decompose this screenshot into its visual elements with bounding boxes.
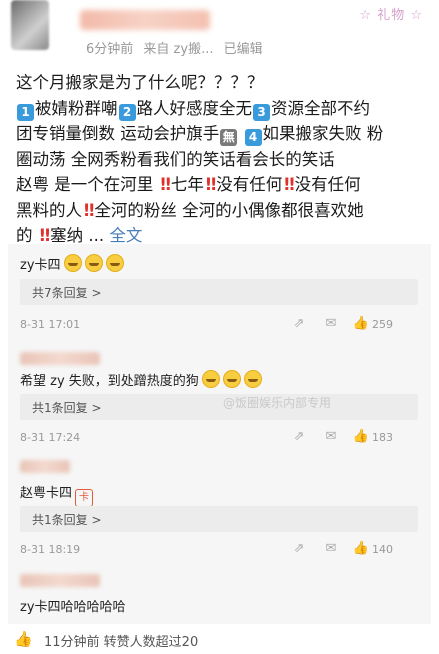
post-edited: 已编辑 [223, 42, 263, 57]
comment-section: zy卡四 共7条回复 > 8-31 17:01 ⇗ ✉ 👍 259 希望 zy … [8, 244, 431, 624]
like-count: 140 [372, 543, 393, 556]
double-exclamation-icon: ‼ [160, 175, 171, 194]
comment-icon[interactable]: ✉ [322, 429, 340, 445]
laughing-face-icon [63, 254, 82, 272]
grinning-face-icon [222, 370, 241, 388]
comment-text: zy卡四哈哈哈哈哈 [20, 600, 126, 615]
laughing-face-icon [84, 254, 103, 272]
post-line-3: 团专销量倒数 运动会护旗手無 4 如果搬家失败 粉 [16, 124, 384, 146]
post-body: 这个月搬家是为了什么呢？？？？ 1 被婧粉群嘲 2 路人好感度全无 3 资源全部不约 团专… [16, 70, 426, 249]
comment-date: 8-31 17:24 [20, 431, 81, 444]
keycap-4-icon: 4 [244, 129, 262, 146]
comment-text: 希望 zy 失败，到处蹭热度的狗 [20, 370, 262, 389]
avatar[interactable] [11, 0, 49, 50]
post-meta: 6分钟前 来自 zy搬... 已编辑 [86, 38, 269, 57]
username-blurred[interactable] [80, 10, 210, 30]
view-replies-button[interactable]: 共1条回复 > [20, 506, 418, 532]
comment-footer: 8-31 17:01 ⇗ ✉ 👍 259 [20, 316, 418, 334]
share-icon[interactable]: ⇗ [290, 429, 308, 445]
keycap-1-icon: 1 [17, 103, 34, 121]
grinning-face-icon [201, 370, 220, 388]
post-header: 6分钟前 来自 zy搬... 已编辑 ☆ 礼物 ☆ [0, 0, 439, 70]
commenter-name-blurred[interactable] [20, 574, 100, 587]
post-line-5: 赵粤 是一个在河里 ‼ 七年 ‼ 没有任何 ‼ 没有任何 [16, 175, 361, 194]
comment-footer: 8-31 18:19 ⇗ ✉ 👍 140 [20, 541, 418, 559]
post-source[interactable]: 来自 zy搬... [143, 42, 213, 57]
comment-date: 8-31 17:01 [20, 318, 81, 331]
comment-date: 8-31 18:19 [20, 543, 81, 556]
view-replies-button[interactable]: 共7条回复 > [20, 279, 418, 305]
comment-footer: 8-31 17:24 ⇗ ✉ 👍 183 [20, 429, 418, 447]
thumbs-up-icon[interactable]: 👍 [14, 630, 33, 648]
thumbs-up-icon[interactable]: 👍 [352, 541, 370, 557]
post-time: 6分钟前 [86, 42, 134, 57]
laughing-face-icon [105, 254, 124, 272]
double-exclamation-icon: ‼ [205, 175, 216, 194]
repost-stats: 11分钟前 转赞人数超过20 [44, 635, 199, 650]
grinning-face-icon [243, 370, 262, 388]
thumbs-up-icon[interactable]: 👍 [352, 316, 370, 332]
keycap-3-icon: 3 [253, 103, 270, 121]
post-line-2: 1 被婧粉群嘲 2 路人好感度全无 3 资源全部不约 [16, 96, 426, 122]
comment-text: 赵粤卡四卡 [20, 482, 94, 507]
comment-item: 赵粤卡四卡 共1条回复 > 8-31 18:19 ⇗ ✉ 👍 140 [8, 454, 431, 562]
share-icon[interactable]: ⇗ [290, 316, 308, 332]
post-line-1: 这个月搬家是为了什么呢？？？？ [16, 73, 264, 92]
post-line-6: 黑料的人 ‼ 全河的粉丝 全河的小偶像都很喜欢她 [16, 200, 364, 220]
comment-icon[interactable]: ✉ [322, 316, 340, 332]
like-count: 183 [372, 431, 393, 444]
comment-icon[interactable]: ✉ [322, 541, 340, 557]
post-line-4: 圈动荡 全网秀粉看我们的笑话看会长的笑话 [16, 149, 335, 169]
commenter-name-blurred[interactable] [20, 352, 100, 365]
commenter-name-blurred[interactable] [20, 460, 70, 473]
read-more-link[interactable]: 全文 [109, 226, 142, 245]
thumbs-up-icon[interactable]: 👍 [352, 429, 370, 445]
share-icon[interactable]: ⇗ [290, 541, 308, 557]
stamp-icon: 卡 [75, 489, 94, 507]
double-exclamation-icon: ‼ [39, 226, 50, 245]
comment-text: zy卡四 [20, 254, 124, 273]
view-replies-button[interactable]: 共1条回复 > [20, 394, 418, 420]
double-exclamation-icon: ‼ [284, 175, 294, 194]
bottom-bar: 👍 11分钟前 转赞人数超过20 [0, 624, 439, 654]
decoration-badge: ☆ 礼物 ☆ [359, 8, 423, 23]
watermark: @饭圈娱乐内部专用 [223, 396, 332, 410]
comment-item: 希望 zy 失败，到处蹭热度的狗 共1条回复 > 8-31 17:24 ⇗ ✉ … [8, 342, 431, 454]
keycap-2-icon: 2 [118, 103, 136, 121]
like-count: 259 [372, 318, 393, 331]
comment-item: zy卡四 共7条回复 > 8-31 17:01 ⇗ ✉ 👍 259 [8, 244, 431, 342]
comment-item: zy卡四哈哈哈哈哈 [8, 562, 431, 624]
wu-icon: 無 [220, 129, 238, 146]
double-exclamation-icon: ‼ [84, 200, 94, 220]
